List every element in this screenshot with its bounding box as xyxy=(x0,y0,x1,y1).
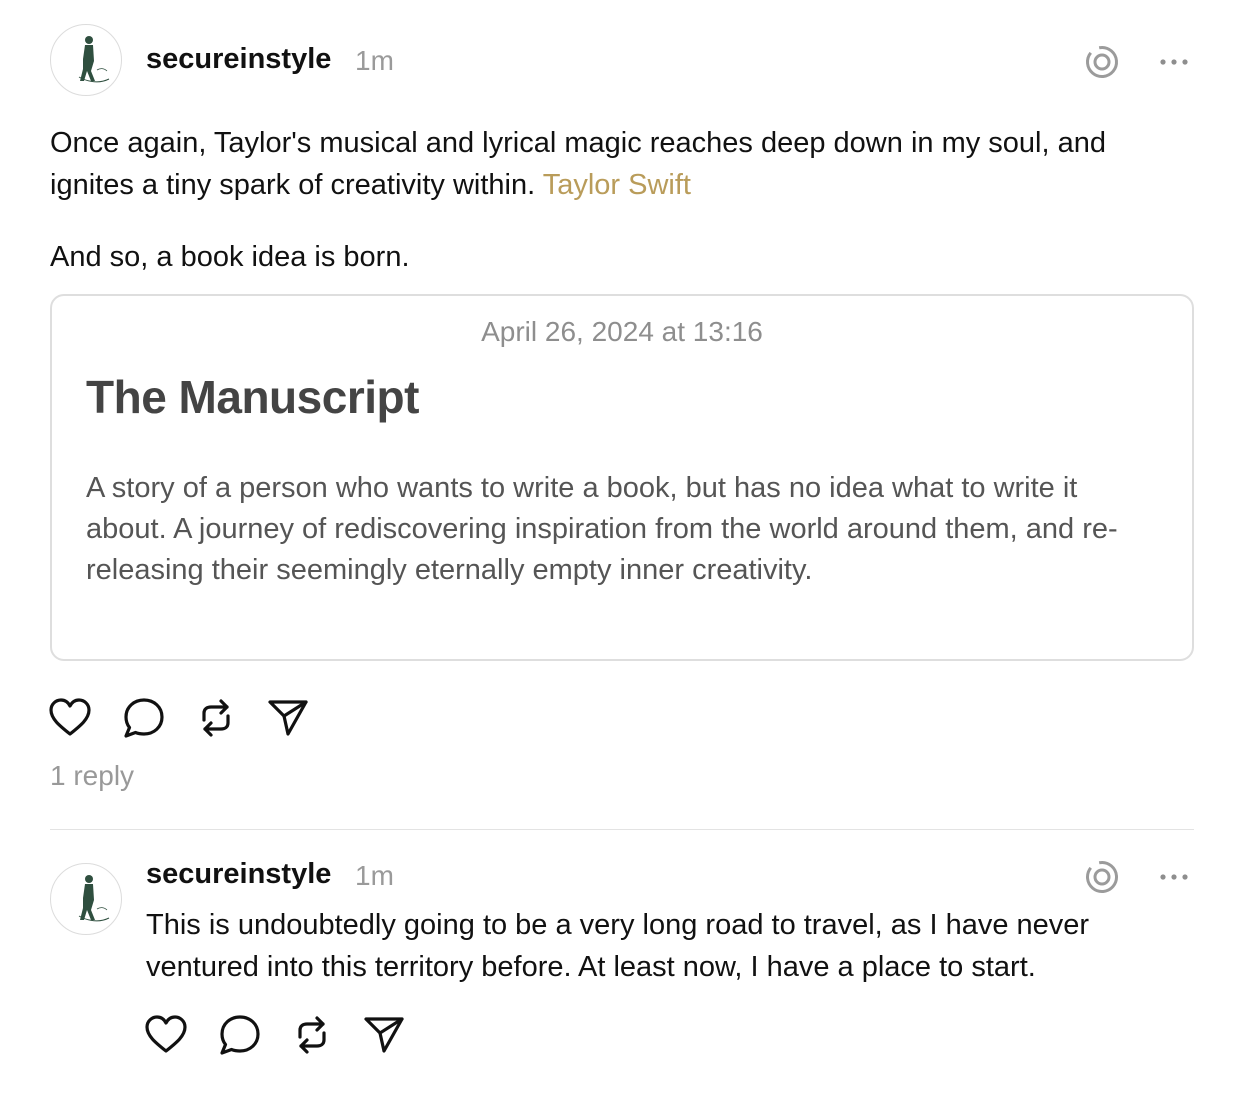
share-send-icon[interactable] xyxy=(362,1013,406,1062)
post-text-line-2: ignites a tiny spark of creativity withi… xyxy=(50,164,1200,206)
comment-bubble-icon[interactable] xyxy=(122,696,166,745)
post-username[interactable]: secureinstyle xyxy=(146,43,331,76)
threads-activity-icon[interactable] xyxy=(1082,857,1122,902)
reply-action-row xyxy=(144,1013,414,1057)
like-heart-icon[interactable] xyxy=(48,696,92,745)
post-text-line-2-content: ignites a tiny spark of creativity withi… xyxy=(50,169,536,201)
post-action-row xyxy=(48,696,318,740)
like-heart-icon[interactable] xyxy=(144,1013,188,1062)
reply-text: This is undoubtedly going to be a very l… xyxy=(146,909,1090,983)
post-text-paragraph-2: And so, a book idea is born. xyxy=(50,241,410,273)
reply-avatar[interactable] xyxy=(50,863,122,935)
threads-activity-icon[interactable] xyxy=(1082,42,1122,87)
comment-bubble-icon[interactable] xyxy=(218,1013,262,1062)
repost-icon[interactable] xyxy=(290,1013,334,1062)
reply-username[interactable]: secureinstyle xyxy=(146,858,331,891)
reply-count[interactable]: 1 reply xyxy=(50,760,134,792)
avatar[interactable] xyxy=(50,24,122,96)
attachment-date: April 26, 2024 at 13:16 xyxy=(481,316,763,347)
repost-icon[interactable] xyxy=(194,696,238,745)
post-text: Once again, Taylor's musical and lyrical… xyxy=(50,122,1200,206)
reply-timestamp: 1m xyxy=(355,860,394,891)
avatar-image xyxy=(78,36,110,83)
share-send-icon[interactable] xyxy=(266,696,310,745)
attachment-card[interactable]: April 26, 2024 at 13:16 The Manuscript A… xyxy=(50,294,1194,661)
post-text-line-1: Once again, Taylor's musical and lyrical… xyxy=(50,127,1106,159)
divider xyxy=(50,829,1194,830)
attachment-body: A story of a person who wants to write a… xyxy=(86,472,1118,586)
thread-page: secureinstyle 1m Once again, Taylor's mu… xyxy=(0,0,1236,1096)
more-options-icon[interactable] xyxy=(1158,52,1190,77)
mention-link[interactable]: Taylor Swift xyxy=(543,169,691,201)
attachment-title: The Manuscript xyxy=(86,371,419,423)
more-options-icon[interactable] xyxy=(1158,867,1190,892)
avatar-image xyxy=(78,875,110,922)
post-timestamp: 1m xyxy=(355,45,394,76)
